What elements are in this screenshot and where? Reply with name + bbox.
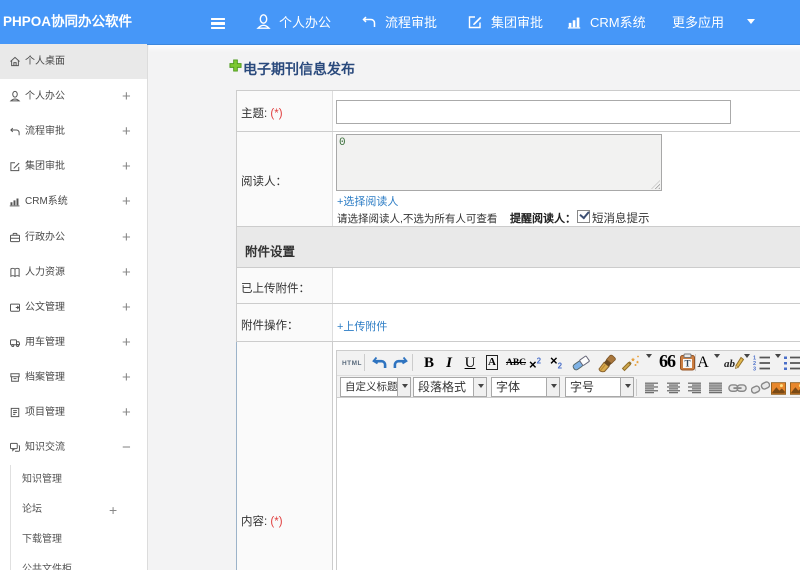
svg-text:T: T (684, 359, 690, 369)
svg-text:3: 3 (753, 367, 756, 373)
svg-text:ab: ab (724, 358, 736, 370)
